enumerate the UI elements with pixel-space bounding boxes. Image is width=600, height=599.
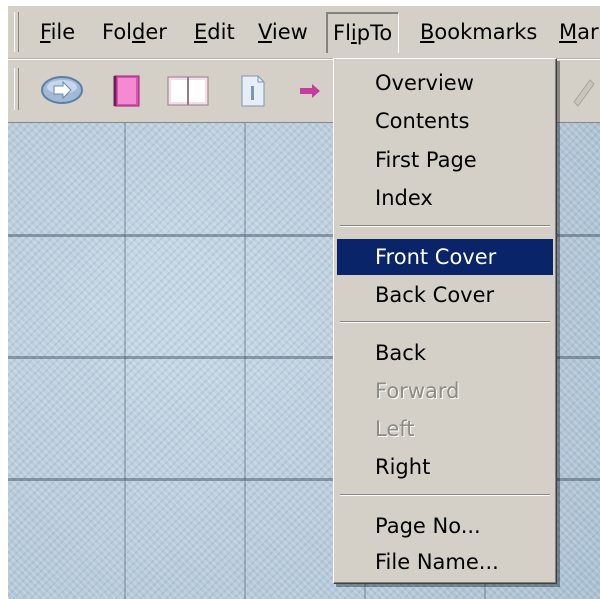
flipto-dropdown-menu: Overview Contents First Page Index Front… [333,58,557,584]
menu-separator [340,321,550,323]
menu-view-mnemonic: V [258,20,272,44]
menu-edit[interactable]: Edit [188,12,241,52]
menu-manage-mnemonic: M [559,20,578,44]
menu-item-left: Left [375,417,415,441]
menu-file[interactable]: File [34,12,81,52]
menu-item-back-cover[interactable]: Back Cover [337,277,553,313]
menu-flipto[interactable]: FlipTo [326,12,400,53]
menu-bookmarks[interactable]: Bookmarks [414,12,543,52]
menu-separator [340,225,550,227]
arrow-page-icon[interactable] [298,74,334,112]
menu-item-back[interactable]: Back [337,335,553,371]
menu-separator [340,494,550,496]
go-icon[interactable] [40,74,84,110]
pink-book-icon[interactable] [112,74,142,112]
menu-flipto-text-b: pTo [356,21,393,45]
page-icon[interactable] [238,74,268,112]
menu-file-mnemonic: F [40,20,51,44]
menu-item-file-name[interactable]: File Name... [337,544,553,580]
toolbar-grip[interactable] [14,68,19,110]
menu-item-right[interactable]: Right [337,449,553,485]
menu-file-text-b: ile [50,20,76,44]
menu-view[interactable]: View [252,12,314,52]
menu-item-contents[interactable]: Contents [337,103,553,139]
menu-manage-text-b: ar [577,20,599,44]
menubar-grip[interactable] [14,12,19,52]
pencil-icon[interactable] [568,74,598,112]
menu-item-index[interactable]: Index [337,180,553,216]
menu-edit-text-b: dit [207,20,235,44]
menu-bar: File Folder Edit View FlipTo Bookmarks M… [8,6,600,59]
menu-folder-mnemonic: d [132,20,146,44]
menu-folder[interactable]: Folder [96,12,173,52]
menu-bookmarks-mnemonic: B [420,20,435,44]
open-book-icon[interactable] [166,74,210,112]
menu-item-first-page[interactable]: First Page [337,142,553,178]
app-window: File Folder Edit View FlipTo Bookmarks M… [8,6,600,599]
menu-item-front-cover[interactable]: Front Cover [337,239,553,275]
menu-edit-mnemonic: E [194,20,208,44]
menu-item-page-no[interactable]: Page No... [337,508,553,544]
menu-flipto-text-a: Fl [333,21,351,45]
menu-item-overview[interactable]: Overview [337,65,553,101]
menu-manage[interactable]: Mar [553,12,600,52]
menu-item-forward: Forward [375,379,460,403]
menu-view-text-b: iew [271,20,308,44]
menu-bookmarks-text-b: ookmarks [434,20,538,44]
menu-folder-text-b: er [145,20,167,44]
menu-folder-text-a: Fol [102,20,133,44]
